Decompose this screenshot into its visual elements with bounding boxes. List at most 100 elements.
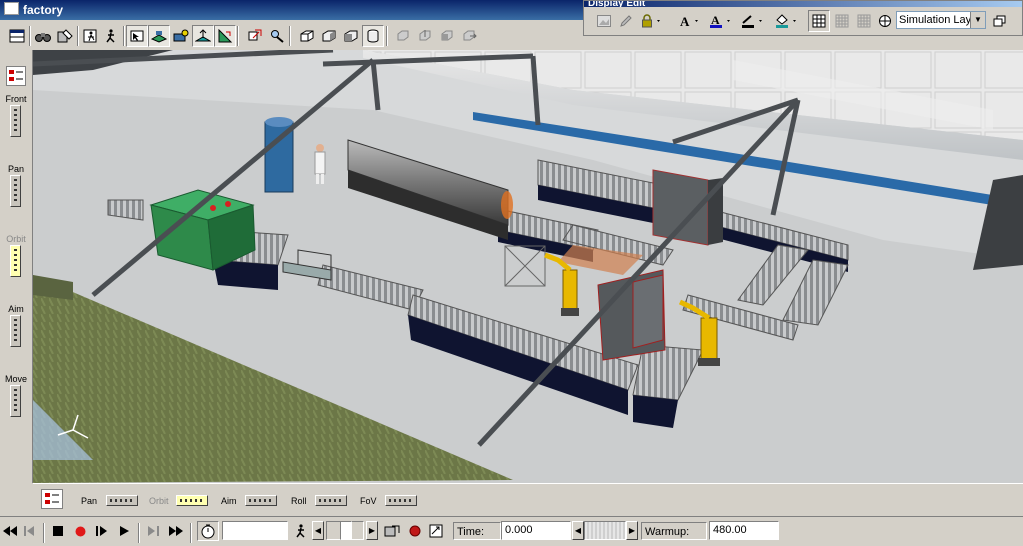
window-title: factory (23, 3, 64, 17)
box-back-icon[interactable] (340, 25, 362, 47)
3d-viewport[interactable] (33, 50, 1023, 483)
speed-right-arrow[interactable]: ▶ (366, 521, 378, 540)
window-icon (4, 2, 19, 15)
stopwatch-icon[interactable] (197, 521, 219, 541)
layout-icon[interactable] (6, 25, 28, 47)
toolbar-separator (29, 26, 31, 46)
object-side-icon[interactable] (436, 25, 458, 47)
record-settings-icon[interactable] (405, 521, 425, 541)
camera-icon[interactable] (170, 25, 192, 47)
lock-icon[interactable] (638, 10, 666, 32)
font-icon[interactable]: A (676, 10, 704, 32)
aim-wheel[interactable] (10, 315, 21, 347)
toolbar-separator (138, 523, 140, 543)
roll-wheel[interactable] (315, 495, 347, 506)
warmup-field[interactable]: 480.00 (709, 521, 779, 540)
window-title-bar: factory (0, 0, 583, 20)
nav-label-fov: FoV (360, 496, 377, 506)
step-icon[interactable] (92, 521, 112, 541)
main-toolbar (0, 22, 583, 51)
speed-field[interactable] (222, 521, 288, 540)
font-color-icon[interactable]: A (706, 10, 736, 32)
fov-wheel[interactable] (385, 495, 417, 506)
binoculars-icon[interactable] (32, 25, 54, 47)
chevron-down-icon[interactable]: ▼ (970, 12, 985, 28)
svg-text:A: A (680, 14, 690, 28)
center-icon[interactable] (875, 10, 895, 32)
box-left-icon[interactable] (296, 25, 318, 47)
toolbar-separator (237, 26, 239, 46)
nav-label-front: Front (5, 94, 27, 104)
move-wheel[interactable] (10, 385, 21, 417)
pan-wheel[interactable] (10, 175, 21, 207)
nav-label-aim: Aim (8, 304, 24, 314)
playback-toolbar: ◀ ▶ Time: 0.000 ◀ ▶ Warmup: 480.00 (0, 516, 1023, 546)
zoom-icon[interactable] (266, 25, 288, 47)
object-front-icon[interactable] (392, 25, 414, 47)
time-label: Time: (453, 522, 501, 540)
elevation-icon[interactable] (192, 25, 214, 47)
box-front-icon[interactable] (362, 25, 384, 47)
grid-icon-2[interactable] (854, 10, 874, 32)
plan-view-icon[interactable] (244, 25, 266, 47)
view-select-icon[interactable] (41, 489, 63, 509)
toolbar-separator (123, 26, 125, 46)
layer-select-value: Simulation Laye (899, 14, 978, 26)
time-slider[interactable] (584, 521, 626, 540)
options-icon[interactable] (427, 521, 447, 541)
export-icon[interactable] (382, 521, 402, 541)
nav-label-move: Move (4, 374, 27, 384)
image-icon[interactable] (594, 10, 614, 32)
pencil-icon[interactable] (616, 10, 636, 32)
pan-wheel[interactable] (106, 495, 138, 506)
step-back-icon[interactable] (20, 521, 40, 541)
front-wheel[interactable] (10, 105, 21, 137)
rewind-icon[interactable] (0, 521, 20, 541)
display-edit-toolbar: Display Edit A A Simulation Laye ▼ (583, 0, 1023, 36)
record-icon[interactable] (70, 521, 90, 541)
plane-icon[interactable] (214, 25, 236, 47)
toolbar-separator (43, 523, 45, 543)
fast-forward-icon[interactable] (166, 521, 186, 541)
floor-view-icon[interactable] (148, 25, 170, 47)
grid-snap-icon[interactable] (808, 10, 830, 32)
object-move-icon[interactable] (458, 25, 480, 47)
fill-color-icon[interactable] (772, 10, 802, 32)
object-top-icon[interactable] (414, 25, 436, 47)
view-select-icon[interactable] (6, 66, 26, 86)
grid-icon[interactable] (832, 10, 852, 32)
object-select-icon[interactable] (126, 25, 148, 47)
nav-label-roll: Roll (291, 496, 307, 506)
warmup-label: Warmup: (641, 522, 707, 540)
factory-scene (33, 50, 1023, 483)
box-right-icon[interactable] (318, 25, 340, 47)
time-left-arrow[interactable]: ◀ (572, 521, 584, 540)
toolbar-separator (77, 26, 79, 46)
display-edit-title: Display Edit (584, 1, 1022, 7)
play-icon[interactable] (114, 521, 134, 541)
speed-slider-thumb[interactable] (340, 521, 352, 540)
speed-left-arrow[interactable]: ◀ (312, 521, 324, 540)
aim-wheel[interactable] (245, 495, 277, 506)
walker-icon[interactable] (291, 521, 311, 541)
orbit-wheel[interactable] (176, 495, 208, 506)
time-right-arrow[interactable]: ▶ (626, 521, 638, 540)
restore-window-icon[interactable] (990, 10, 1008, 32)
time-field[interactable]: 0.000 (501, 521, 571, 540)
layer-select[interactable]: Simulation Laye ▼ (896, 11, 986, 29)
line-color-icon[interactable] (738, 10, 768, 32)
bottom-nav-bar: Pan Orbit Aim Roll FoV (33, 483, 1023, 516)
nav-label-pan: Pan (7, 164, 24, 174)
toolbar-separator (190, 523, 192, 543)
worker (316, 144, 324, 152)
run-icon[interactable] (80, 25, 102, 47)
stop-icon[interactable] (48, 521, 68, 541)
left-nav-panel: Front Pan Orbit Aim Move (0, 50, 33, 483)
toolbar-separator (386, 26, 388, 46)
nav-label-orbit: Orbit (6, 234, 26, 244)
model-edit-icon[interactable] (54, 25, 76, 47)
walker-icon[interactable] (100, 25, 122, 47)
orbit-wheel[interactable] (10, 245, 21, 277)
step-forward-icon[interactable] (144, 521, 164, 541)
nav-label-pan: Pan (81, 496, 98, 506)
